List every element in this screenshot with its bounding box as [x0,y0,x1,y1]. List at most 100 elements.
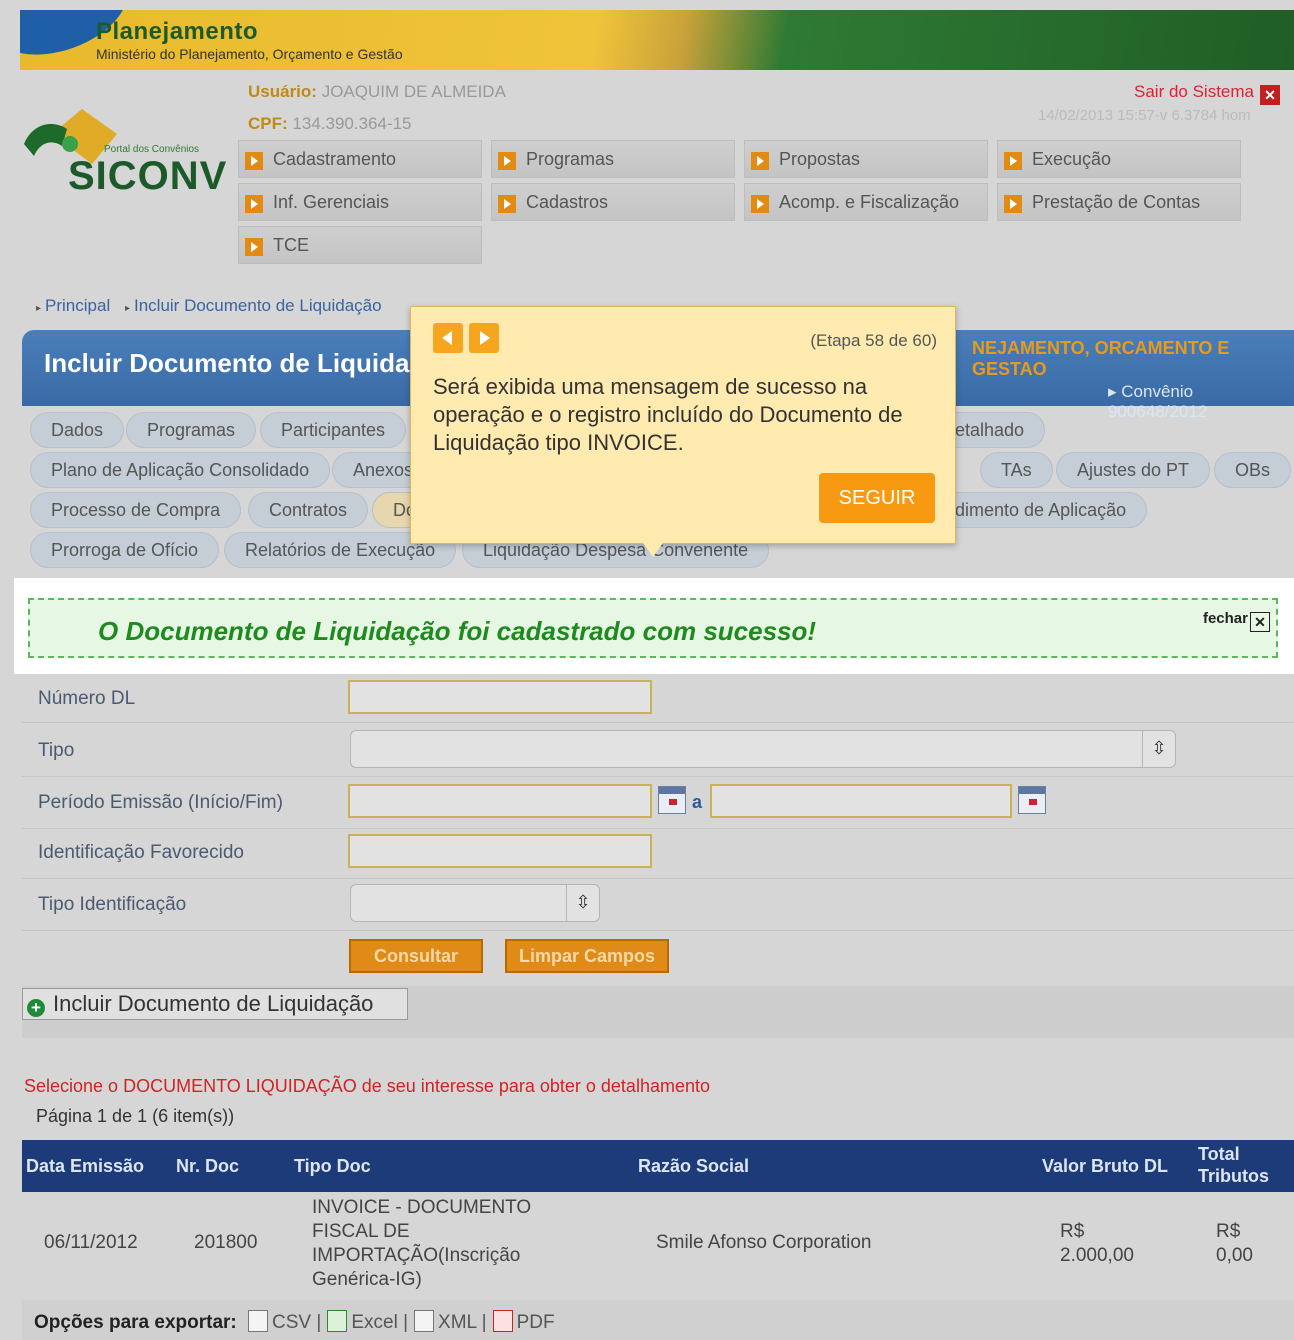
arrow-icon [751,195,769,213]
tab-participantes[interactable]: Participantes [260,412,407,448]
menu-label: Propostas [779,149,861,169]
excel-icon [327,1310,348,1332]
menu-prestacao-contas[interactable]: Prestação de Contas [997,183,1241,221]
limpar-campos-button[interactable]: Limpar Campos [505,939,669,973]
export-xml[interactable]: XML [438,1312,476,1333]
pdf-icon [492,1310,513,1332]
tab-tas[interactable]: TAs [980,452,1053,488]
calendar-icon[interactable] [1018,786,1046,814]
label-tipo-ident: Tipo Identificação [38,894,187,915]
logout-label: Sair do Sistema [1134,82,1254,101]
tipo-ident-select[interactable]: ⇳ [350,884,600,922]
tab-processo-compra[interactable]: Processo de Compra [30,492,242,528]
periodo-separator: a [692,792,703,812]
label-numero-dl: Número DL [38,688,136,709]
consultar-button[interactable]: Consultar [349,939,483,973]
success-message: O Documento de Liquidação foi cadastrado… [98,616,817,646]
next-step-button[interactable] [469,323,499,353]
ident-favorecido-input[interactable] [348,834,652,868]
tipo-select[interactable]: ⇳ [350,730,1176,768]
select-instruction: Selecione o DOCUMENTO LIQUIDAÇÃO de seu … [24,1076,710,1096]
step-indicator: (Etapa 58 de 60) [810,331,937,350]
menu-label: Prestação de Contas [1032,192,1201,212]
cpf-info: CPF: 134.390.364-15 [248,114,412,134]
breadcrumb: ▸ Principal ▸ Incluir Documento de Liquida… [36,296,392,316]
tab-prorroga-oficio[interactable]: Prorroga de Ofício [30,532,220,568]
tab-contratos[interactable]: Contratos [248,492,369,528]
row-tipo-ident: Tipo Identificação ⇳ [22,878,1294,931]
tab-ajustes-pt[interactable]: Ajustes do PT [1056,452,1211,488]
col-tributos[interactable]: Tributos [1198,1166,1269,1187]
export-csv[interactable]: CSV [272,1312,311,1333]
tab-programas[interactable]: Programas [126,412,257,448]
close-icon: ✕ [1260,85,1280,105]
arrow-icon [1004,195,1022,213]
row-tipo: Tipo ⇳ [22,722,1294,777]
add-bar: + Incluir Documento de Liquidação [22,986,1294,1038]
export-label: Opções para exportar: [34,1312,237,1333]
siconv-logo[interactable]: Portal dos Convênios SICONV [22,94,232,204]
select-arrows-icon: ⇳ [566,885,599,921]
arrow-icon [245,152,263,170]
incluir-documento-button[interactable]: + Incluir Documento de Liquidação [22,988,408,1020]
row-ident-favorecido: Identificação Favorecido [22,828,1294,879]
label-ident-favorecido: Identificação Favorecido [38,842,244,863]
previous-step-button[interactable] [433,323,463,353]
menu-execucao[interactable]: Execução [997,140,1241,178]
cell-valor-bruto: R$ 2.000,00 [1060,1220,1134,1268]
close-success-button[interactable]: fechar ✕ [1203,610,1270,632]
col-nr-doc[interactable]: Nr. Doc [176,1156,239,1177]
cell-data-emissao: 06/11/2012 [44,1232,138,1253]
col-valor-bruto[interactable]: Valor Bruto DL [1042,1156,1168,1177]
menu-label: TCE [273,235,309,255]
export-bar: Opções para exportar: CSV | Excel | XML | P… [22,1300,1294,1340]
arrow-icon [751,152,769,170]
col-razao-social[interactable]: Razão Social [638,1156,749,1177]
cell-tributos-line: 0,00 [1216,1245,1253,1266]
cell-tipo-doc-line: FISCAL DE [312,1221,410,1242]
breadcrumb-arrow-icon: ▸ [36,303,42,314]
tab-dados[interactable]: Dados [30,412,125,448]
menu-inf-gerenciais[interactable]: Inf. Gerenciais [238,183,482,221]
numero-dl-input[interactable] [348,680,652,714]
tab-plano-aplicacao[interactable]: Plano de Aplicação Consolidado [30,452,331,488]
seguir-button[interactable]: SEGUIR [819,473,935,523]
menu-cadastros[interactable]: Cadastros [491,183,735,221]
export-pdf[interactable]: PDF [517,1312,555,1333]
tab-rendimento-aplicacao[interactable]: dimento de Aplicação [930,492,1148,528]
arrow-icon [1004,152,1022,170]
close-icon: ✕ [1250,612,1270,632]
periodo-fim-input[interactable] [710,784,1012,818]
breadcrumb-current[interactable]: Incluir Documento de Liquidação [134,296,382,315]
menu-propostas[interactable]: Propostas [744,140,988,178]
menu-tce[interactable]: TCE [238,226,482,264]
table-header: Data Emissão Nr. Doc Tipo Doc Razão Soci… [22,1140,1294,1192]
banner-title: Planejamento [96,18,259,45]
organization-name: NEJAMENTO, ORCAMENTO E GESTAO [972,338,1230,379]
cell-tipo-doc-line: Genérica-IG) [312,1269,422,1290]
col-tipo-doc[interactable]: Tipo Doc [294,1156,371,1177]
menu-label: Cadastramento [273,149,397,169]
arrow-icon [498,195,516,213]
user-name: JOAQUIM DE ALMEIDA [321,82,506,101]
col-total[interactable]: Total [1198,1144,1240,1165]
convenio-label: Convênio 900648/2012 [1108,382,1208,421]
menu-label: Cadastros [526,192,609,212]
row-numero-dl: Número DL [22,674,1294,723]
breadcrumb-principal[interactable]: Principal [45,296,110,315]
tutorial-text: Será exibida uma mensagem de sucesso na … [433,374,903,455]
convenio-number: ▸ Convênio 900648/2012 [1108,382,1208,421]
user-label: Usuário: [248,82,317,101]
menu-programas[interactable]: Programas [491,140,735,178]
export-excel[interactable]: Excel [351,1312,397,1333]
menu-acomp-fiscalizacao[interactable]: Acomp. e Fiscalização [744,183,988,221]
table-row[interactable]: 06/11/2012 201800 INVOICE - DOCUMENTO FI… [22,1192,1294,1296]
col-data-emissao[interactable]: Data Emissão [26,1156,144,1177]
calendar-icon[interactable] [658,786,686,814]
logout-link[interactable]: Sair do Sistema ✕ [1134,82,1280,105]
tutorial-popup: (Etapa 58 de 60) Será exibida uma mensag… [410,306,956,557]
page: Planejamento Ministério do Planejamento,… [0,0,1294,1340]
periodo-inicio-input[interactable] [348,784,652,818]
tab-obs[interactable]: OBs [1214,452,1292,488]
menu-cadastramento[interactable]: Cadastramento [238,140,482,178]
